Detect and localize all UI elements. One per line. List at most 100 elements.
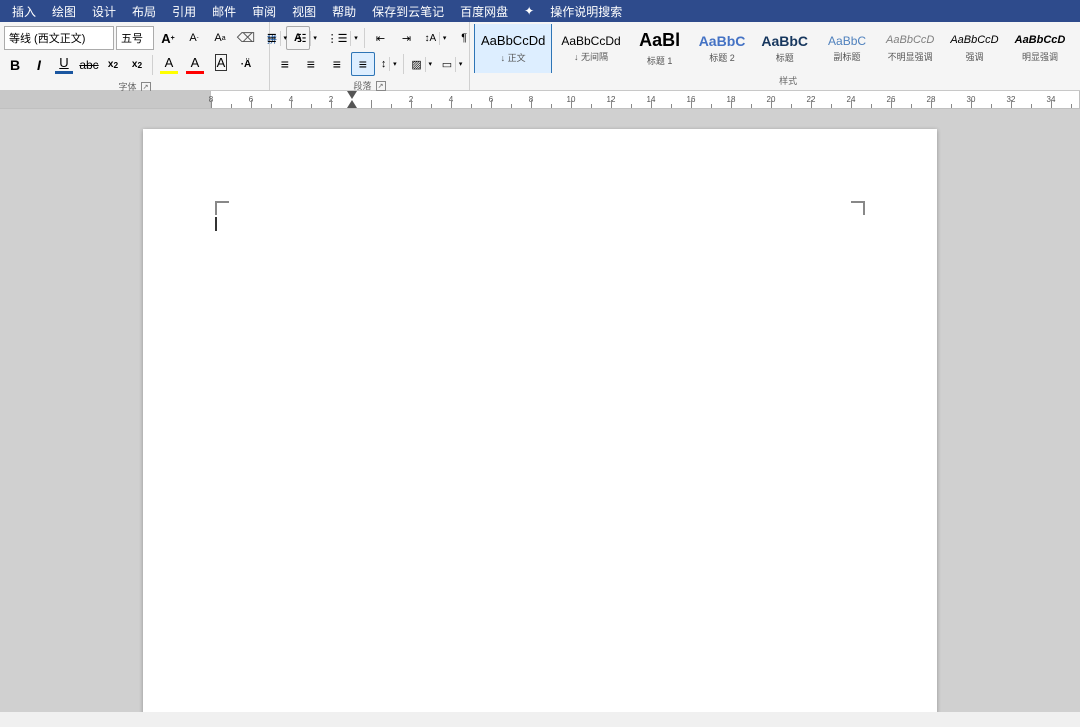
style-label-mingxianqiang: 明显强调 (1022, 50, 1058, 63)
style-label-wujiange: ↓ 无间隔 (574, 50, 608, 63)
border-main[interactable]: ▭ (439, 57, 455, 72)
numbered-list-btn[interactable]: ☷ ▾ (293, 30, 321, 47)
menu-search[interactable]: 操作说明搜索 (542, 1, 630, 22)
shading-main[interactable]: ▨ (408, 57, 424, 72)
multilevel-list-arrow[interactable]: ▾ (350, 31, 360, 46)
styles-section: AaBbCcDd↓ 正文AaBbCcDd↓ 无间隔AaBl标题 1AaBbC标题… (470, 22, 1080, 90)
menu-insert[interactable]: 插入 (4, 1, 44, 22)
shading-arrow[interactable]: ▾ (425, 57, 435, 72)
align-left-btn[interactable]: ≡ (273, 52, 297, 76)
ruler-cursor-bottom[interactable] (347, 100, 357, 108)
style-item-fubiati[interactable]: AaBbC 副标题 (817, 24, 877, 73)
align-center-btn[interactable]: ≡ (299, 52, 323, 76)
paragraph-controls: ☰ ▾ ☷ ▾ ⋮☰ ▾ ⇤ ⇥ ↕A (272, 24, 467, 78)
style-preview-biaoti: AaBbC (761, 33, 808, 50)
align-right-btn[interactable]: ≡ (325, 52, 349, 76)
sort-main[interactable]: ↕A (421, 32, 439, 45)
underline-btn[interactable]: U (52, 53, 76, 76)
numbered-list-arrow[interactable]: ▾ (310, 31, 320, 46)
superscript-btn[interactable]: x2 (102, 54, 124, 76)
menu-layout[interactable]: 布局 (124, 1, 164, 22)
menu-review[interactable]: 审阅 (244, 1, 284, 22)
highlight-color-btn[interactable]: A (157, 53, 181, 76)
style-item-buminxianqiang[interactable]: AaBbCcD不明显强调 (879, 24, 941, 73)
style-item-qiangdiao[interactable]: AaBbCcD 强调 (943, 24, 1005, 73)
sort-btn[interactable]: ↕A ▾ (420, 31, 450, 46)
increase-indent-btn[interactable]: ⇥ (394, 26, 418, 50)
styles-more[interactable]: ≡▾ (1076, 61, 1080, 74)
menu-bar: 插入 绘图 设计 布局 引用 邮件 审阅 视图 帮助 保存到云笔记 百度网盘 ✦… (0, 0, 1080, 22)
font-family-selector[interactable]: 等线 (西文正文) (4, 26, 114, 50)
border-btn[interactable]: ▭ ▾ (438, 56, 466, 73)
style-preview-fubiati: AaBbC (828, 34, 866, 48)
menu-reference[interactable]: 引用 (164, 1, 204, 22)
page-corner-tr (851, 201, 865, 215)
subscript-btn[interactable]: x2 (126, 54, 148, 76)
multilevel-list-main[interactable]: ⋮☰ (324, 31, 351, 46)
bullet-list-btn[interactable]: ☰ ▾ (263, 30, 291, 47)
menu-draw[interactable]: 绘图 (44, 1, 84, 22)
style-preview-wujiange: AaBbCcDd (561, 34, 620, 48)
menu-view[interactable]: 视图 (284, 1, 324, 22)
sort-arrow[interactable]: ▾ (439, 32, 449, 45)
bold-btn[interactable]: B (4, 54, 26, 76)
border-char-btn[interactable]: A (209, 52, 233, 77)
style-preview-mingxianqiang: AaBbCcD (1015, 34, 1066, 47)
menu-mail[interactable]: 邮件 (204, 1, 244, 22)
style-preview-zhengwen: AaBbCcDd (481, 33, 545, 49)
emphasis-btn[interactable]: ·Ä (235, 54, 257, 76)
font-size-selector[interactable]: 五号 (116, 26, 154, 50)
style-item-zhengwen[interactable]: AaBbCcDd ↓ 正文 (474, 24, 552, 73)
bullet-list-main[interactable]: ☰ (264, 31, 280, 46)
style-preview-qiangdiao: AaBbCcD (950, 34, 998, 47)
align-justify-btn[interactable]: ≡ (351, 52, 375, 76)
document-area[interactable] (0, 109, 1080, 712)
style-item-biaoti[interactable]: AaBbC标题 (754, 24, 815, 73)
menu-baidu-disk[interactable]: 百度网盘 (452, 1, 516, 22)
italic-btn[interactable]: I (28, 54, 50, 76)
strikethrough-btn[interactable]: abc (78, 54, 100, 76)
paragraph-section: ☰ ▾ ☷ ▾ ⋮☰ ▾ ⇤ ⇥ ↕A (270, 22, 470, 90)
menu-save-cloud[interactable]: 保存到云笔记 (364, 1, 452, 22)
font-expand-btn[interactable]: ↗ (141, 82, 151, 92)
style-item-mingxianqiang[interactable]: AaBbCcD 明显强调 (1008, 24, 1073, 73)
ruler-cursor-top[interactable] (347, 91, 357, 99)
shading-btn[interactable]: ▨ ▾ (407, 56, 435, 73)
ruler: 8642246810121416182022242628303234363840 (0, 91, 1080, 109)
border-arrow[interactable]: ▾ (455, 57, 465, 72)
style-label-biaoti2: 标题 2 (709, 51, 735, 64)
menu-design[interactable]: 设计 (84, 1, 124, 22)
decrease-indent-btn[interactable]: ⇤ (368, 26, 392, 50)
style-label-biaoti: 标题 (776, 51, 794, 64)
line-spacing-main[interactable]: ↕ (378, 57, 390, 71)
style-label-fubiati: 副标题 (834, 50, 861, 63)
ribbon-sections: 等线 (西文正文) 五号 A+ A- Aa ⌫ 拼 A B I U (0, 22, 1080, 90)
font-section: 等线 (西文正文) 五号 A+ A- Aa ⌫ 拼 A B I U (0, 22, 270, 90)
styles-scroll-down[interactable]: ▼ (1076, 37, 1080, 61)
clear-format-btn[interactable]: ⌫ (234, 26, 258, 50)
style-label-zhengwen: ↓ 正文 (501, 51, 526, 64)
font-display-btn[interactable]: Aa (208, 26, 232, 50)
font-color-btn[interactable]: A (183, 53, 207, 76)
styles-controls: AaBbCcDd↓ 正文AaBbCcDd↓ 无间隔AaBl标题 1AaBbC标题… (472, 24, 1080, 73)
style-item-biaoti1[interactable]: AaBl标题 1 (630, 24, 690, 73)
style-item-wujiange[interactable]: AaBbCcDd ↓ 无间隔 (554, 24, 627, 73)
document-page[interactable] (143, 129, 937, 712)
style-label-qiangdiao: 强调 (965, 50, 983, 63)
ribbon: 等线 (西文正文) 五号 A+ A- Aa ⌫ 拼 A B I U (0, 22, 1080, 91)
multilevel-list-btn[interactable]: ⋮☰ ▾ (323, 30, 362, 47)
line-spacing-btn[interactable]: ↕ ▾ (377, 56, 401, 72)
page-corner-tl (215, 201, 229, 215)
menu-star[interactable]: ✦ (516, 2, 542, 20)
line-spacing-arrow[interactable]: ▾ (389, 57, 399, 71)
paragraph-expand-btn[interactable]: ↗ (376, 81, 386, 91)
font-grow-btn[interactable]: A+ (156, 26, 180, 50)
style-label-buminxianqiang: 不明显强调 (888, 50, 933, 63)
font-shrink-btn[interactable]: A- (182, 26, 206, 50)
bullet-list-arrow[interactable]: ▾ (280, 31, 290, 46)
style-preview-biaoti1: AaBl (639, 30, 680, 52)
menu-help[interactable]: 帮助 (324, 1, 364, 22)
numbered-list-main[interactable]: ☷ (294, 31, 310, 46)
style-item-biaoti2[interactable]: AaBbC标题 2 (692, 24, 753, 73)
styles-scroll-up[interactable]: ▲ (1076, 24, 1080, 37)
